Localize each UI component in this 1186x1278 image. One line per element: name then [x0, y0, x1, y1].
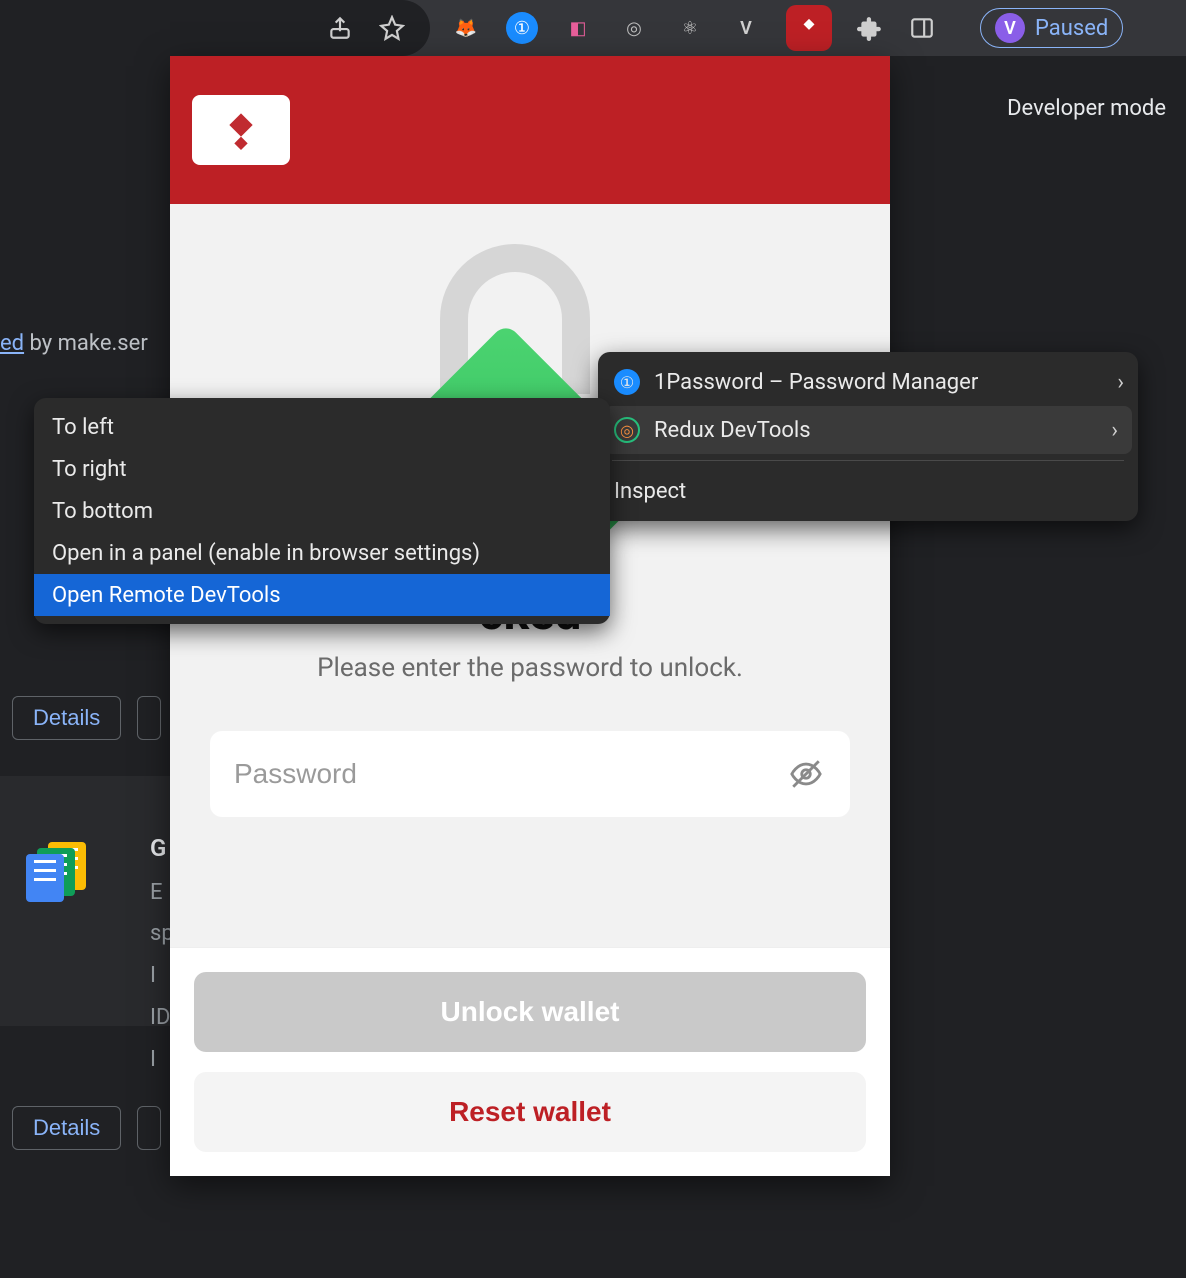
- browser-toolbar: 🦊 ① ◧ ◎ ⚛ V V Paused: [0, 0, 1186, 56]
- bg-link[interactable]: ed: [0, 331, 24, 356]
- unlock-wallet-button[interactable]: Unlock wallet: [194, 972, 866, 1052]
- submenu-open-in-panel[interactable]: Open in a panel (enable in browser setti…: [34, 532, 610, 574]
- side-panel-icon[interactable]: [908, 14, 936, 42]
- extensions-puzzle-icon[interactable]: [856, 14, 884, 42]
- developer-mode-label: Developer mode: [1007, 96, 1166, 121]
- submenu-open-remote-devtools[interactable]: Open Remote DevTools: [34, 574, 610, 616]
- profile-avatar: V: [995, 13, 1025, 43]
- star-icon[interactable]: [378, 14, 406, 42]
- extension-icons-row: 🦊 ① ◧ ◎ ⚛ V V Paused: [450, 5, 1123, 51]
- popup-header: [170, 56, 890, 204]
- context-item-label: Inspect: [614, 479, 686, 504]
- context-item-redux-devtools[interactable]: ◎ Redux DevTools ›: [604, 406, 1132, 454]
- redux-devtools-submenu: To left To right To bottom Open in a pan…: [34, 398, 610, 624]
- details-button[interactable]: Details: [12, 1106, 121, 1150]
- letter-v-icon[interactable]: V: [730, 12, 762, 44]
- password-field-wrap: [210, 731, 850, 817]
- chevron-right-icon: ›: [1117, 370, 1124, 395]
- context-item-1password[interactable]: ① 1Password – Password Manager ›: [598, 358, 1138, 406]
- react-devtools-icon[interactable]: ⚛: [674, 12, 706, 44]
- omnibox-area: [0, 0, 430, 56]
- redux-devtools-toolbar-icon[interactable]: ◎: [618, 12, 650, 44]
- reset-wallet-button[interactable]: Reset wallet: [194, 1072, 866, 1152]
- redux-devtools-icon: ◎: [614, 417, 640, 443]
- onepassword-icon: ①: [614, 369, 640, 395]
- bg-managed-by-text: ed by make.ser: [0, 331, 148, 356]
- paused-label: Paused: [1035, 16, 1108, 41]
- truncated-button[interactable]: [137, 696, 161, 740]
- wallet-logo: [192, 95, 290, 165]
- details-row-1: Details: [12, 696, 161, 740]
- color-tool-icon[interactable]: ◧: [562, 12, 594, 44]
- popup-footer: Unlock wallet Reset wallet: [170, 947, 890, 1176]
- submenu-to-left[interactable]: To left: [34, 406, 610, 448]
- truncated-button[interactable]: [137, 1106, 161, 1150]
- context-menu-extensions: ① 1Password – Password Manager › ◎ Redux…: [598, 352, 1138, 521]
- details-button[interactable]: Details: [12, 696, 121, 740]
- toggle-password-visibility-icon[interactable]: [786, 754, 826, 794]
- active-extension-icon[interactable]: [786, 5, 832, 51]
- google-docs-offline-icon: [26, 842, 92, 902]
- metamask-icon[interactable]: 🦊: [450, 12, 482, 44]
- context-item-label: Redux DevTools: [654, 418, 811, 443]
- context-item-inspect[interactable]: Inspect: [598, 467, 1138, 515]
- submenu-to-right[interactable]: To right: [34, 448, 610, 490]
- bg-by-text: by make.ser: [24, 331, 148, 356]
- submenu-to-bottom[interactable]: To bottom: [34, 490, 610, 532]
- context-separator: [612, 460, 1124, 461]
- profile-paused-chip[interactable]: V Paused: [980, 8, 1123, 48]
- share-icon[interactable]: [326, 14, 354, 42]
- details-row-2: Details: [12, 1106, 161, 1150]
- password-input[interactable]: [234, 758, 786, 790]
- context-item-label: 1Password – Password Manager: [654, 370, 978, 395]
- chevron-right-icon: ›: [1111, 418, 1118, 443]
- locked-subtitle: Please enter the password to unlock.: [317, 653, 743, 683]
- onepassword-icon[interactable]: ①: [506, 12, 538, 44]
